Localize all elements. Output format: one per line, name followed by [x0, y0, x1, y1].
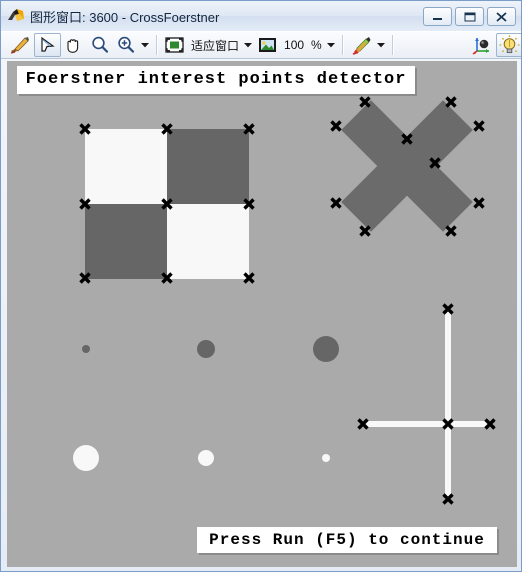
checkerboard-tile [85, 204, 167, 279]
figure-window: 图形窗口: 3600 - CrossFoerstner 适应窗口 100 % F… [0, 0, 522, 572]
lightbulb-icon[interactable] [496, 33, 521, 57]
checkerboard-tile [167, 204, 249, 279]
interest-point-marker [330, 120, 342, 132]
interest-point-marker [473, 120, 485, 132]
image-zoom-icon[interactable] [255, 33, 280, 57]
fit-window-dropdown-arrow[interactable] [242, 34, 255, 56]
zoom-level-dropdown-arrow[interactable] [325, 34, 338, 56]
white-circle [322, 454, 330, 462]
minimize-button[interactable] [423, 6, 452, 26]
print-button[interactable] [6, 33, 34, 57]
interest-point-marker [359, 96, 371, 108]
interest-point-marker [473, 197, 485, 209]
figure-canvas[interactable]: Foerstner interest points detector Press… [7, 61, 517, 567]
interest-point-marker [445, 96, 457, 108]
pointer-button[interactable] [34, 33, 61, 57]
title-bar: 图形窗口: 3600 - CrossFoerstner [1, 1, 521, 31]
interest-point-marker [445, 225, 457, 237]
white-circle [198, 450, 214, 466]
dark-circle [197, 340, 215, 358]
toolbar-separator-2 [341, 35, 344, 55]
dark-circle [82, 345, 90, 353]
white-circle [73, 445, 99, 471]
toolbar: 适应窗口 100 % [1, 31, 521, 59]
close-button[interactable] [487, 6, 516, 26]
foerstner-plot [73, 96, 496, 505]
toolbar-separator-3 [391, 35, 394, 55]
zoom-level-unit: % [311, 38, 322, 52]
zoom-out-button[interactable] [87, 33, 113, 57]
pan-button[interactable] [61, 33, 87, 57]
zoom-in-button[interactable] [113, 33, 139, 57]
window-title: 图形窗口: 3600 - CrossFoerstner [30, 9, 220, 25]
plot-title-label: Foerstner interest points detector [17, 66, 415, 94]
dark-circle [313, 336, 339, 362]
window-controls [423, 6, 519, 26]
matlab-figure-icon [7, 7, 25, 25]
checkerboard-tile [167, 129, 249, 204]
zoom-level-value: 100 [284, 38, 305, 52]
interest-point-marker [330, 197, 342, 209]
fit-window-label: 适应窗口 [191, 38, 240, 53]
toolbar-separator-1 [156, 35, 158, 55]
fit-window-icon[interactable] [162, 33, 187, 57]
plot-footer-label: Press Run (F5) to continue [197, 527, 497, 553]
zoom-dropdown-arrow[interactable] [139, 34, 152, 56]
maximize-button[interactable] [455, 6, 484, 26]
crayons-icon[interactable] [348, 33, 375, 57]
plus-cross-horizontal-bar [363, 421, 490, 427]
crayons-dropdown-arrow[interactable] [375, 34, 388, 56]
3d-axes-icon[interactable] [468, 33, 496, 57]
checkerboard-tile [85, 129, 167, 204]
plus-cross-vertical-bar [445, 309, 451, 499]
interest-point-marker [359, 225, 371, 237]
